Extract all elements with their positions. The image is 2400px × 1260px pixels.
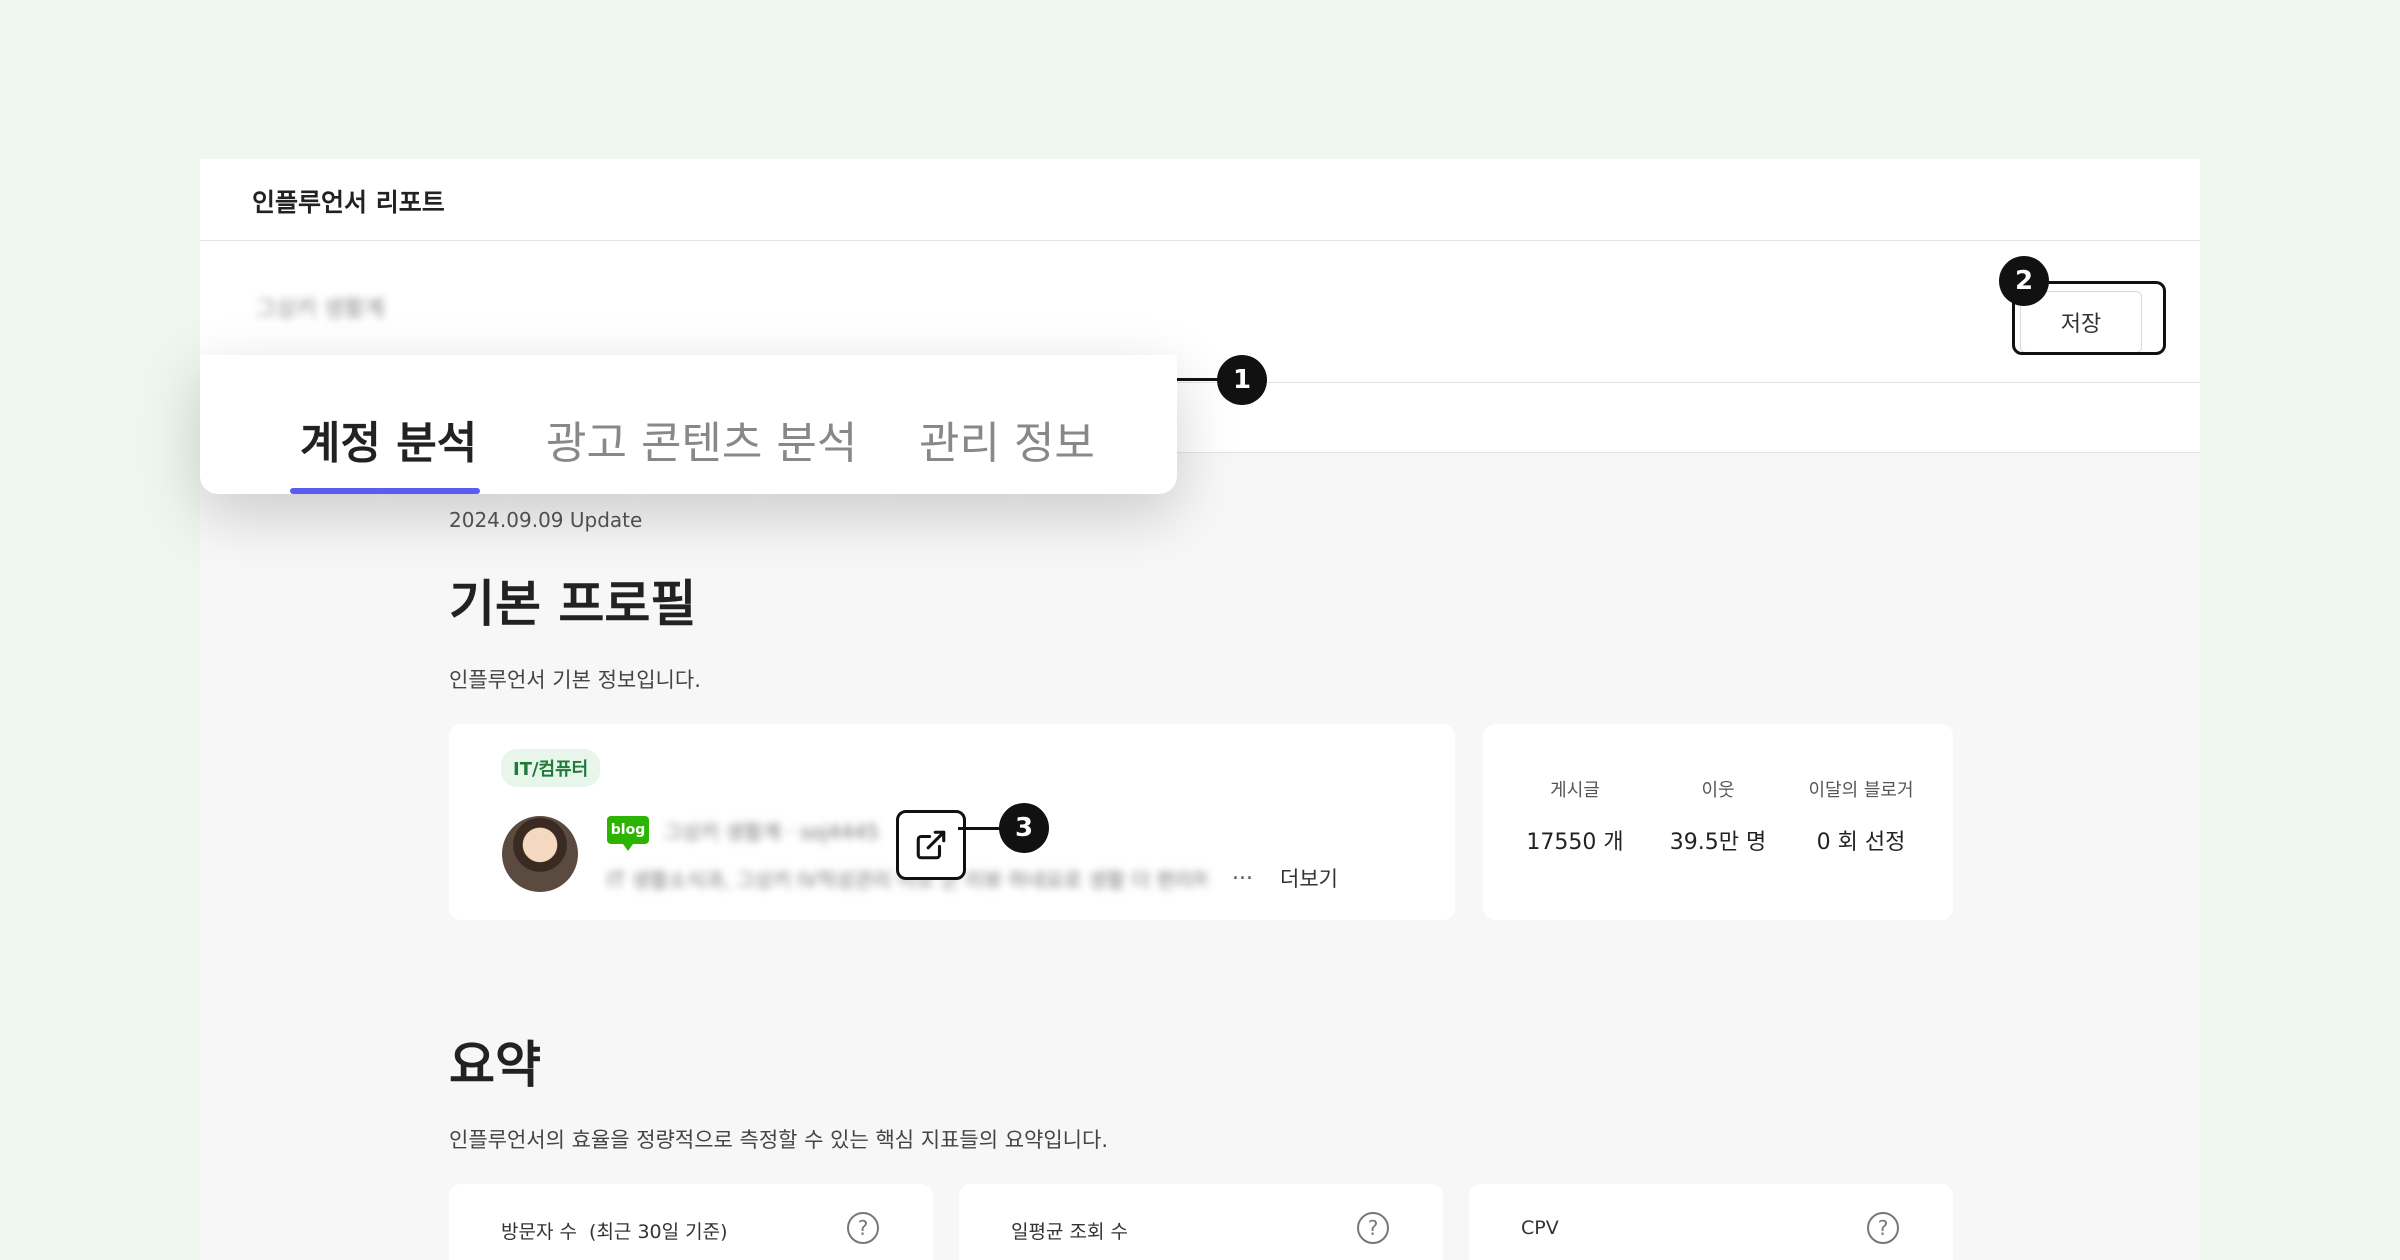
stat-value: 0 회 선정 [1816,830,1906,855]
more-link[interactable]: 더보기 [1280,863,1338,893]
metric-label: 방문자 수 (최근 30일 기준) [501,1221,728,1243]
help-icon[interactable]: ? [847,1212,879,1244]
stat-value: 39.5만 명 [1669,830,1767,855]
help-icon[interactable]: ? [1867,1212,1899,1244]
summary-description: 인플루언서의 효율을 정량적으로 측정할 수 있는 핵심 지표들의 요약입니다. [449,1128,1108,1152]
profile-description: 인플루언서 기본 정보입니다. [449,668,701,692]
stat-label: 게시글 [1550,780,1600,801]
top-bar: 인플루언서 리포트 [200,159,2200,241]
metric-card-cpv: CPV ? [1469,1184,1953,1260]
help-icon[interactable]: ? [1357,1212,1389,1244]
callout-line-3 [958,827,1002,830]
tab-management-info[interactable]: 관리 정보 [919,407,1095,471]
stat-label: 이달의 블로거 [1808,780,1914,801]
summary-heading: 요약 [449,1036,541,1094]
app-window: 인플루언서 리포트 그상키 생활계 저장 2024.09.09 Update 기… [200,159,2200,1260]
stat-label: 이웃 [1701,780,1735,801]
active-tab-indicator [290,488,480,494]
blog-name: 그상키 생활계 · soj4445 [664,820,879,844]
profile-card: IT/컴퓨터 blog 그상키 생활계 · soj4445 IT 생활소식과, … [449,724,1455,920]
metric-label: 일평균 조회 수 [1011,1221,1128,1243]
metric-card-visitors: 방문자 수 (최근 30일 기준) ? [449,1184,933,1260]
callout-badge-2: 2 [1999,256,2049,306]
stat-posts: 게시글 17550 개 [1505,776,1645,856]
stat-neighbors: 이웃 39.5만 명 [1648,776,1788,856]
callout-badge-3: 3 [999,803,1049,853]
app-title: 인플루언서 리포트 [252,188,445,217]
intro-ellipsis: ... [1232,860,1253,885]
update-date: 2024.09.09 Update [449,508,643,532]
metric-card-daily-views: 일평균 조회 수 ? [959,1184,1443,1260]
callout-badge-1: 1 [1217,355,1267,405]
tab-account-analysis[interactable]: 계정 분석 [300,407,477,471]
avatar [502,816,578,892]
stats-card: 게시글 17550 개 이웃 39.5만 명 이달의 블로거 0 회 선정 [1483,724,1953,920]
influencer-name: 그상키 생활계 [256,297,385,322]
profile-heading: 기본 프로필 [449,575,697,633]
tab-bar-highlight: 계정 분석 광고 콘텐츠 분석 관리 정보 [200,355,1177,494]
callout-line-1 [1177,378,1219,381]
tab-ad-content-analysis[interactable]: 광고 콘텐츠 분석 [546,407,857,471]
external-link-icon[interactable] [896,810,966,880]
stat-value: 17550 개 [1526,830,1624,855]
category-tag: IT/컴퓨터 [501,749,601,787]
blog-icon: blog [607,816,649,851]
metric-label: CPV [1521,1217,1559,1239]
stat-blogger-of-month: 이달의 블로거 0 회 선정 [1791,776,1931,856]
